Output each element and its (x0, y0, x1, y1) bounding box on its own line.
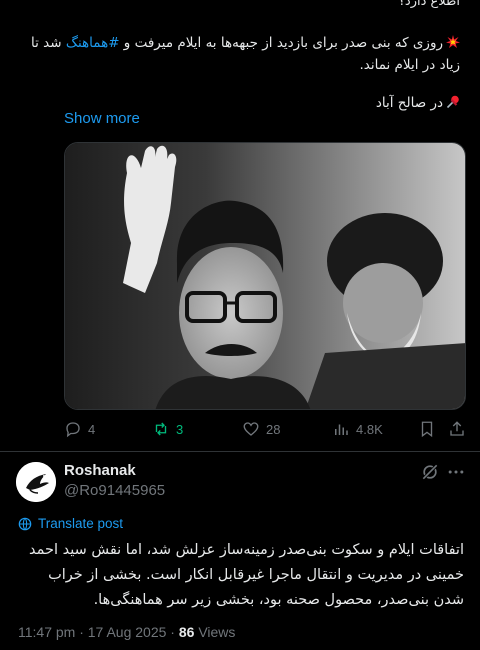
previous-tweet-cut-text: اطلاع دارد؟ (398, 0, 460, 9)
tweet-photo[interactable] (64, 142, 466, 410)
repost-count: 3 (176, 421, 184, 437)
reply-tweet-text: اتفاقات ایلام و سکوت بنی‌صدر زمینه‌ساز ع… (29, 542, 464, 608)
previous-tweet-paragraph-1: روزی که بنی صدر برای بازدید از جبهه‌ها ب… (20, 32, 460, 76)
dove-logo-icon (16, 462, 56, 502)
grok-icon[interactable] (420, 462, 440, 482)
tweet-divider (0, 451, 480, 452)
paragraph-2-text: در صالح آباد (375, 95, 443, 111)
share-button[interactable] (448, 420, 466, 438)
views-button[interactable]: 4.8K (332, 420, 383, 438)
avatar[interactable] (16, 462, 56, 502)
tweet-timestamp-and-views: 11:47 pm · 17 Aug 2025 · 86 Views (18, 624, 235, 640)
heart-icon (243, 422, 259, 436)
like-count: 28 (266, 421, 281, 437)
translate-post-label: Translate post (38, 516, 124, 531)
user-handle[interactable]: @Ro91445965 (64, 482, 165, 499)
show-more-link[interactable]: Show more (64, 110, 140, 127)
tweet-views-label: Views (194, 624, 236, 640)
more-options-icon[interactable] (446, 462, 466, 482)
paragraph-1-text-before: روزی که بنی صدر برای بازدید از جبهه‌ها ب… (119, 35, 443, 51)
reply-button[interactable]: 4 (64, 420, 95, 438)
share-icon (450, 421, 464, 436)
collision-emoji-icon (446, 35, 460, 48)
repost-button[interactable]: 3 (152, 420, 183, 438)
tweet-timestamp[interactable]: 11:47 pm · 17 Aug 2025 · (18, 624, 179, 640)
like-button[interactable]: 28 (242, 420, 280, 438)
views-count: 4.8K (356, 421, 383, 437)
bookmark-icon (421, 421, 433, 438)
tweet-views-count: 86 (178, 624, 195, 640)
pushpin-emoji-icon (446, 95, 459, 109)
hashtag-link[interactable]: #هماهنگ (66, 35, 120, 51)
repost-icon (155, 422, 167, 436)
tweet-action-bar: 4 3 28 4.8K (64, 420, 464, 442)
views-chart-icon (335, 424, 348, 435)
user-display-name[interactable]: Roshanak (64, 462, 136, 479)
translate-globe-icon (18, 517, 32, 530)
historical-photo-image (65, 143, 465, 409)
reply-icon (66, 422, 80, 438)
translate-post-link[interactable]: Translate post (18, 516, 123, 531)
bookmark-button[interactable] (418, 420, 436, 438)
reply-count: 4 (88, 421, 96, 437)
